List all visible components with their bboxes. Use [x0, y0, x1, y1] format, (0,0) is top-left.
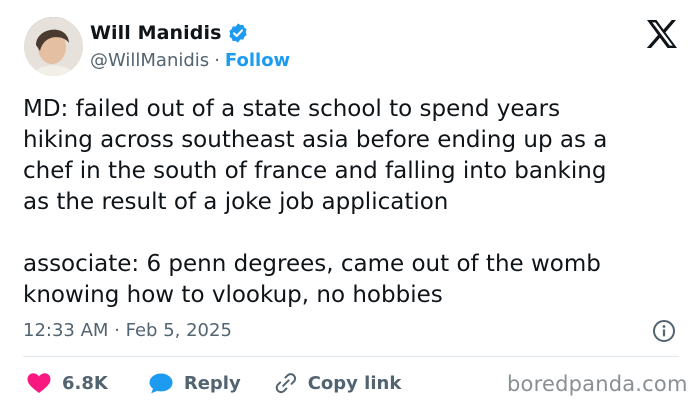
reply-label: Reply — [183, 372, 241, 394]
heart-icon — [27, 373, 51, 393]
like-count: 6.8K — [62, 372, 108, 394]
x-logo-icon[interactable] — [646, 19, 678, 49]
copy-link-button[interactable]: Copy link — [272, 371, 402, 395]
author-handle-row: @WillManidis · Follow — [90, 48, 290, 72]
like-button[interactable]: 6.8K — [26, 371, 148, 395]
divider — [23, 356, 679, 357]
avatar[interactable] — [24, 17, 83, 76]
reply-button[interactable]: Reply — [148, 371, 272, 395]
tweet-timestamp[interactable]: 12:33 AM · Feb 5, 2025 — [23, 318, 232, 342]
follow-button[interactable]: Follow — [225, 50, 290, 71]
separator-dot: · — [214, 49, 220, 71]
info-icon[interactable] — [652, 319, 676, 343]
verified-badge-icon — [227, 22, 249, 44]
author-handle[interactable]: @WillManidis — [90, 50, 209, 71]
author-name-row: Will Manidis — [90, 19, 249, 47]
watermark: boredpanda.com — [507, 372, 688, 396]
link-icon — [275, 373, 296, 394]
copy-link-label: Copy link — [307, 372, 402, 394]
tweet-text: MD: failed out of a state school to spen… — [23, 96, 608, 308]
author-name[interactable]: Will Manidis — [90, 22, 222, 44]
action-bar: 6.8K Reply Copy link — [26, 370, 401, 396]
reply-bubble-icon — [149, 373, 173, 394]
